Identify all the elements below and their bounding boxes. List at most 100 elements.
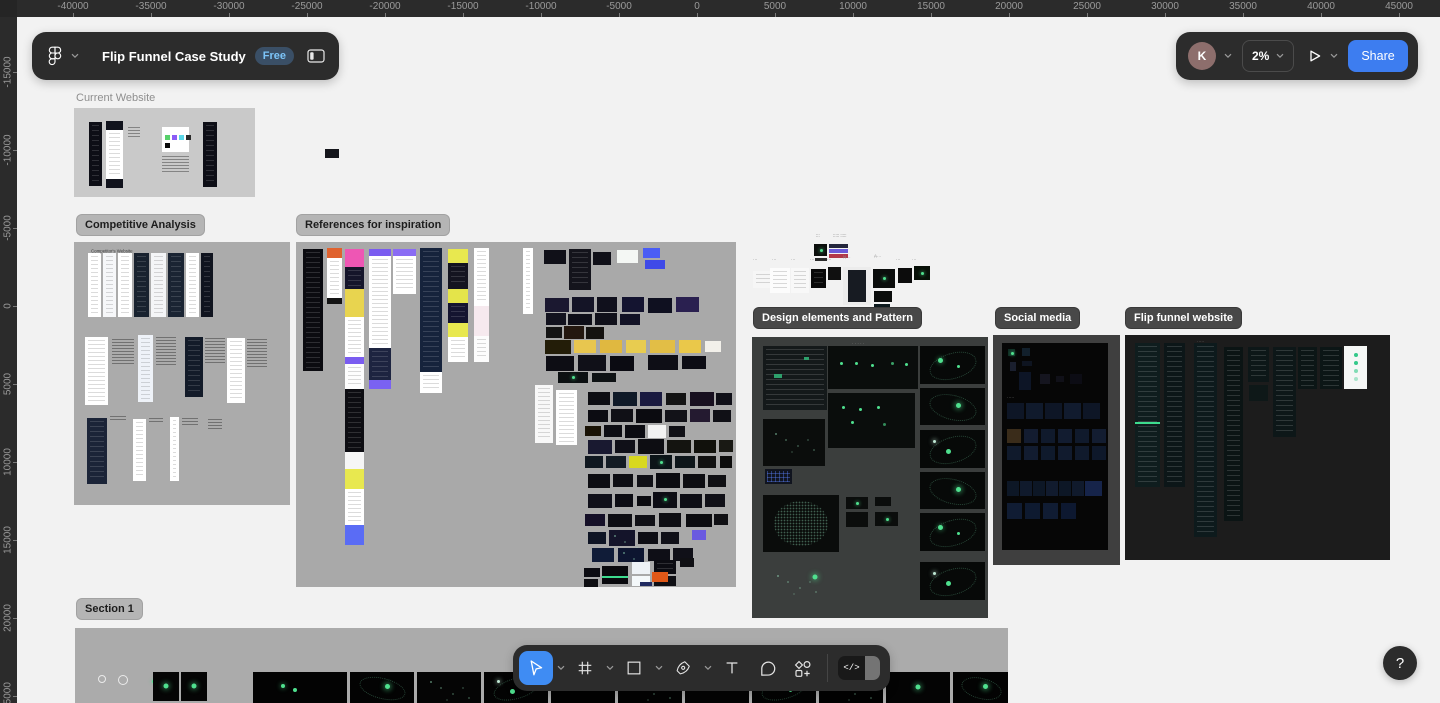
canvas-thumbnail[interactable] xyxy=(686,514,712,527)
canvas-thumbnail[interactable] xyxy=(1248,347,1269,382)
canvas-thumbnail[interactable] xyxy=(585,514,605,526)
present-chevron-icon[interactable] xyxy=(1330,53,1338,59)
canvas-thumbnail[interactable] xyxy=(638,439,664,454)
canvas-thumbnail[interactable] xyxy=(558,372,588,383)
canvas-thumbnail[interactable] xyxy=(625,425,645,438)
canvas-thumbnail[interactable] xyxy=(875,512,898,526)
canvas-thumbnail[interactable] xyxy=(151,253,166,317)
canvas-thumbnail[interactable] xyxy=(652,572,668,582)
move-tool-chevron[interactable] xyxy=(554,651,567,685)
canvas-thumbnail[interactable] xyxy=(610,356,634,371)
actions-tool[interactable] xyxy=(785,651,819,685)
canvas-thumbnail[interactable] xyxy=(546,356,574,371)
canvas-thumbnail[interactable] xyxy=(1024,446,1038,460)
canvas-thumbnail[interactable] xyxy=(873,269,895,288)
canvas-thumbnail[interactable] xyxy=(602,566,628,584)
canvas-frame-references-for-inspiration[interactable] xyxy=(296,242,736,587)
canvas-thumbnail[interactable] xyxy=(592,373,616,382)
canvas-thumbnail[interactable] xyxy=(420,372,442,393)
canvas-thumbnail[interactable] xyxy=(448,337,468,362)
share-button[interactable]: Share xyxy=(1348,40,1407,72)
canvas-thumbnail[interactable] xyxy=(1164,343,1185,487)
canvas-thumbnail[interactable] xyxy=(626,340,646,353)
layout-panel-icon[interactable] xyxy=(307,49,325,63)
canvas-thumbnail[interactable] xyxy=(112,339,134,365)
canvas-thumbnail[interactable] xyxy=(1273,347,1296,437)
canvas-thumbnail[interactable] xyxy=(1075,446,1089,460)
canvas-thumbnail[interactable] xyxy=(692,530,706,540)
canvas-thumbnail[interactable] xyxy=(690,392,714,406)
canvas-thumbnail[interactable] xyxy=(134,253,149,317)
canvas-thumbnail[interactable] xyxy=(659,513,681,527)
canvas-frame-social-media[interactable]: ····· xyxy=(993,335,1120,565)
frame-tool-chevron[interactable] xyxy=(603,651,616,685)
canvas-thumbnail[interactable] xyxy=(637,496,651,506)
section-label-design-elements-and-pattern[interactable]: Design elements and Pattern xyxy=(753,307,922,329)
canvas-thumbnail[interactable] xyxy=(88,253,101,317)
canvas-thumbnail[interactable] xyxy=(369,256,391,348)
text-tool[interactable] xyxy=(715,651,749,685)
canvas-thumbnail[interactable] xyxy=(875,497,891,506)
section-label-social-media[interactable]: Social media xyxy=(995,307,1080,329)
canvas-frame-current-website[interactable] xyxy=(74,108,255,197)
canvas-thumbnail[interactable] xyxy=(205,338,225,364)
canvas-thumbnail[interactable] xyxy=(804,357,809,360)
canvas-thumbnail[interactable] xyxy=(85,337,108,405)
canvas-thumbnail[interactable] xyxy=(138,335,153,402)
canvas-thumbnail[interactable] xyxy=(247,339,267,369)
canvas-thumbnail[interactable] xyxy=(815,258,827,261)
canvas-thumbnail[interactable] xyxy=(1075,429,1089,443)
frame-tool[interactable] xyxy=(568,651,602,685)
canvas-thumbnail[interactable] xyxy=(953,672,1008,703)
canvas-thumbnail[interactable] xyxy=(1085,481,1102,496)
shape-tool[interactable] xyxy=(617,651,651,685)
section-label-section-1[interactable]: Section 1 xyxy=(76,598,143,620)
canvas-thumbnail[interactable] xyxy=(574,340,596,353)
canvas-thumbnail[interactable] xyxy=(181,672,207,701)
canvas-thumbnail[interactable] xyxy=(168,253,184,317)
canvas-thumbnail[interactable] xyxy=(588,532,606,544)
canvas-thumbnail[interactable] xyxy=(690,409,710,422)
canvas-thumbnail[interactable] xyxy=(182,418,198,426)
canvas-thumbnail[interactable] xyxy=(666,393,686,405)
plan-badge[interactable]: Free xyxy=(255,47,294,65)
canvas-thumbnail[interactable] xyxy=(597,297,617,312)
canvas-thumbnail[interactable] xyxy=(920,472,985,509)
canvas-thumbnail[interactable] xyxy=(327,298,342,304)
canvas-thumbnail[interactable] xyxy=(345,289,364,317)
canvas-thumbnail[interactable] xyxy=(1061,503,1076,519)
canvas-thumbnail[interactable] xyxy=(545,298,569,312)
canvas-thumbnail[interactable] xyxy=(705,494,725,507)
canvas-thumbnail[interactable] xyxy=(345,489,364,525)
canvas-thumbnail[interactable] xyxy=(698,456,716,468)
canvas-thumbnail[interactable] xyxy=(611,409,633,422)
canvas-thumbnail[interactable] xyxy=(1298,347,1317,389)
canvas-thumbnail[interactable] xyxy=(828,346,918,389)
canvas-thumbnail[interactable] xyxy=(156,337,176,365)
canvas-thumbnail[interactable] xyxy=(765,469,792,484)
zoom-chevron-icon[interactable] xyxy=(1276,53,1284,59)
canvas-thumbnail[interactable] xyxy=(564,326,584,339)
canvas-thumbnail[interactable] xyxy=(578,355,606,371)
canvas-thumbnail[interactable] xyxy=(170,417,179,481)
canvas-thumbnail[interactable] xyxy=(133,419,146,481)
ruler-vertical[interactable]: -15000-10000-500005000100001500020000250… xyxy=(0,0,17,703)
canvas-thumbnail[interactable] xyxy=(568,314,592,325)
canvas-thumbnail[interactable] xyxy=(128,127,140,137)
canvas-thumbnail[interactable] xyxy=(637,475,653,487)
section-label-competitive-analysis[interactable]: Competitive Analysis xyxy=(76,214,205,236)
canvas-thumbnail[interactable] xyxy=(1072,481,1084,496)
canvas-thumbnail[interactable] xyxy=(680,558,694,567)
canvas-thumbnail[interactable] xyxy=(1320,347,1342,389)
canvas-thumbnail[interactable] xyxy=(1056,376,1064,382)
figma-canvas-viewport[interactable]: -40000-35000-30000-25000-20000-15000-100… xyxy=(0,0,1440,703)
canvas-thumbnail[interactable] xyxy=(667,440,691,453)
canvas-thumbnail[interactable] xyxy=(345,249,364,267)
canvas-thumbnail[interactable] xyxy=(588,474,610,488)
canvas-thumbnail[interactable] xyxy=(1026,403,1043,419)
canvas-frame-flip-funnel-website[interactable]: ····· xyxy=(1125,335,1390,560)
canvas-thumbnail[interactable] xyxy=(613,392,637,406)
canvas-thumbnail[interactable] xyxy=(720,456,732,468)
file-menu-chevron-icon[interactable] xyxy=(71,53,79,59)
canvas-thumbnail[interactable] xyxy=(345,452,364,469)
